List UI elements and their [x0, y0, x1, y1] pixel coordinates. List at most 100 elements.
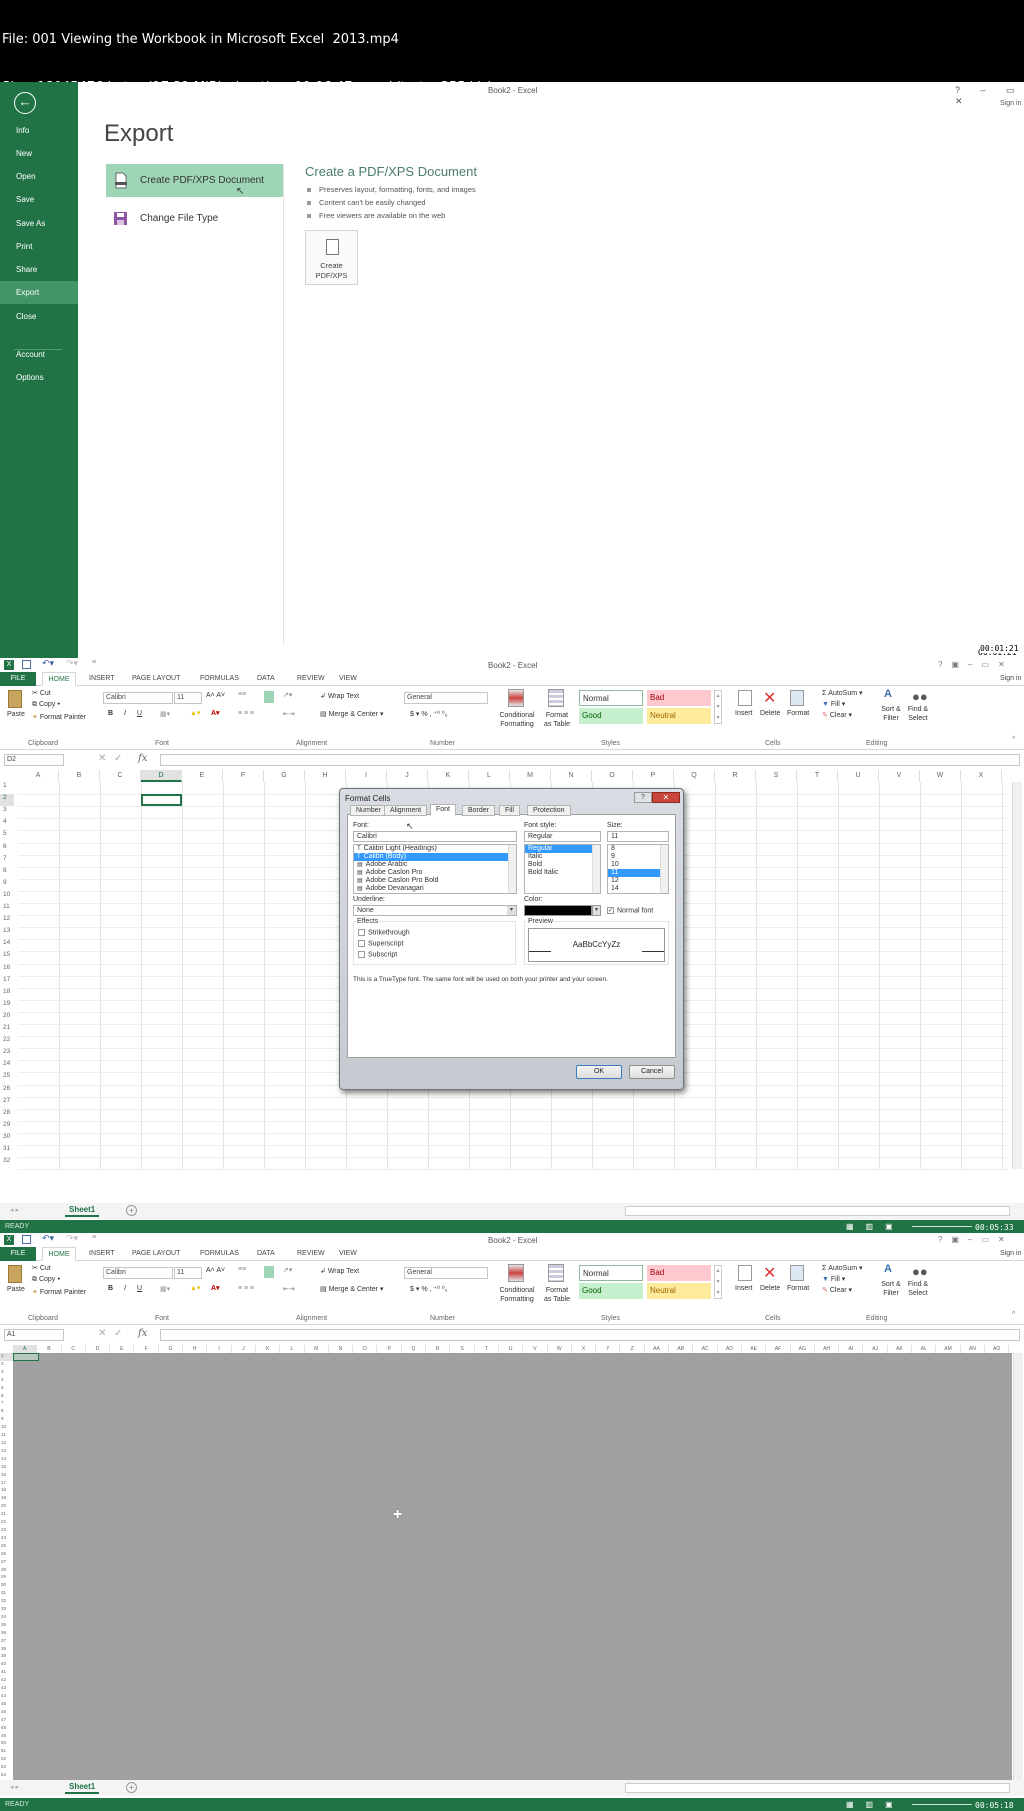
column-header[interactable]: H: [183, 1345, 208, 1353]
tab-insert[interactable]: INSERT: [89, 1247, 115, 1261]
row-header[interactable]: 10: [0, 1424, 13, 1432]
column-header[interactable]: AA: [645, 1345, 670, 1353]
style-bad[interactable]: Bad: [647, 690, 711, 706]
spreadsheet-grid[interactable]: A B C D E F G H I J K L M N O P Q R S T U V W X Y Z AA AB AC AD AE AF AG…: [0, 1345, 1024, 1780]
row-header[interactable]: 26: [0, 1085, 14, 1097]
help-button[interactable]: ?: [634, 792, 652, 803]
tab-alignment[interactable]: Alignment: [384, 805, 428, 816]
row-header[interactable]: 36: [0, 1630, 13, 1638]
row-header[interactable]: 29: [0, 1121, 14, 1133]
orientation-icon[interactable]: ⇗▾: [283, 691, 292, 699]
insert-button[interactable]: Insert: [735, 710, 753, 717]
column-header[interactable]: T: [475, 1345, 499, 1353]
sort-filter-icon[interactable]: A: [884, 688, 892, 700]
conditional-formatting-icon[interactable]: [508, 1264, 524, 1282]
row-header[interactable]: 1: [0, 1353, 13, 1361]
column-header[interactable]: W: [920, 770, 961, 782]
color-dropdown-icon[interactable]: ▾: [592, 905, 601, 916]
redo-icon[interactable]: ↷▾: [66, 658, 78, 669]
number-format-buttons[interactable]: $ ▾ % , ⁺⁰ ⁰₀: [410, 1285, 448, 1293]
row-header[interactable]: 32: [0, 1157, 14, 1169]
column-header[interactable]: N: [329, 1345, 354, 1353]
size-list[interactable]: 8 9 10 11 12 14: [607, 844, 669, 894]
row-header[interactable]: 35: [0, 1622, 13, 1630]
gray-grid-area[interactable]: [13, 1353, 1012, 1780]
row-header[interactable]: 25: [0, 1543, 13, 1551]
style-bad[interactable]: Bad: [647, 1265, 711, 1281]
row-header[interactable]: 17: [0, 1480, 13, 1488]
add-sheet-icon[interactable]: +: [126, 1205, 137, 1216]
fill-button[interactable]: ▼ Fill ▾: [822, 700, 845, 708]
row-header[interactable]: 20: [0, 1503, 13, 1511]
row-header[interactable]: 19: [0, 1495, 13, 1503]
row-header[interactable]: 22: [0, 1036, 14, 1048]
selected-cell-a1[interactable]: [13, 1353, 39, 1361]
column-header[interactable]: B: [59, 770, 100, 782]
zoom-slider[interactable]: [912, 1226, 972, 1227]
checkbox[interactable]: [358, 929, 365, 936]
binoculars-icon[interactable]: ●●: [912, 689, 928, 704]
row-header[interactable]: 1: [0, 782, 14, 794]
font-style-item[interactable]: Regular: [525, 845, 600, 853]
font-size-select[interactable]: 11: [174, 692, 202, 704]
column-header[interactable]: F: [135, 1345, 159, 1353]
name-box[interactable]: D2: [4, 754, 64, 766]
paste-icon[interactable]: [8, 1265, 22, 1283]
sign-in-link[interactable]: Sign in: [1000, 672, 1021, 686]
delete-button[interactable]: Delete: [760, 710, 780, 717]
color-picker[interactable]: [524, 905, 592, 916]
copy-button[interactable]: ⧉ Copy ▾: [32, 701, 60, 709]
italic-button[interactable]: I: [124, 1285, 126, 1292]
font-color-icon[interactable]: A▾: [211, 1284, 220, 1292]
size-item[interactable]: 12: [608, 877, 668, 885]
size-item[interactable]: 11: [608, 869, 668, 877]
clear-button[interactable]: ✎ Clear ▾: [822, 711, 852, 719]
font-list-item[interactable]: ▤ Adobe Devanagari: [354, 885, 516, 893]
fill-color-icon[interactable]: ▲▾: [190, 1284, 200, 1292]
row-header[interactable]: 12: [0, 1440, 13, 1448]
backstage-nav-options[interactable]: Options: [0, 366, 78, 389]
format-cells-icon[interactable]: [790, 1265, 804, 1281]
row-header[interactable]: 49: [0, 1733, 13, 1741]
underline-select[interactable]: None: [353, 905, 517, 916]
column-header[interactable]: J: [232, 1345, 256, 1353]
column-header[interactable]: AO: [985, 1345, 1010, 1353]
row-header[interactable]: 17: [0, 976, 14, 988]
column-header[interactable]: R: [715, 770, 756, 782]
borders-icon[interactable]: ▦▾: [160, 710, 170, 718]
tab-border[interactable]: Border: [462, 805, 496, 816]
row-header[interactable]: 31: [0, 1145, 14, 1157]
tab-protection[interactable]: Protection: [527, 805, 571, 816]
column-header[interactable]: N: [551, 770, 592, 782]
column-header[interactable]: I: [207, 1345, 232, 1353]
tab-formulas[interactable]: FORMULAS: [200, 672, 239, 686]
row-header[interactable]: 37: [0, 1638, 13, 1646]
row-header[interactable]: 30: [0, 1582, 13, 1590]
row-header[interactable]: 45: [0, 1701, 13, 1709]
insert-cells-icon[interactable]: [738, 1265, 752, 1281]
column-header[interactable]: AD: [718, 1345, 742, 1353]
tab-font[interactable]: Font: [430, 804, 457, 816]
align-left-center-right-icons[interactable]: ≡ ≡ ≡: [238, 1285, 254, 1292]
column-header[interactable]: T: [797, 770, 838, 782]
effect-strikethrough[interactable]: Strikethrough: [358, 929, 410, 936]
close-button[interactable]: ✕: [652, 792, 680, 803]
sheet-tab-sheet1[interactable]: Sheet1: [65, 1204, 100, 1217]
indent-icons[interactable]: ⇤⇥: [283, 710, 295, 718]
font-name-select[interactable]: Calibri: [103, 1267, 173, 1279]
row-header[interactable]: 54: [0, 1772, 13, 1780]
autosum-button[interactable]: Σ AutoSum ▾: [822, 689, 863, 697]
column-header[interactable]: V: [879, 770, 920, 782]
row-header[interactable]: 47: [0, 1717, 13, 1725]
effect-subscript[interactable]: Subscript: [358, 951, 397, 958]
column-header[interactable]: S: [756, 770, 797, 782]
row-header[interactable]: 50: [0, 1740, 13, 1748]
row-header[interactable]: 51: [0, 1748, 13, 1756]
customize-qat-icon[interactable]: ≡: [92, 1234, 96, 1241]
cut-button[interactable]: ✂ Cut: [32, 1264, 51, 1272]
column-header[interactable]: O: [592, 770, 633, 782]
column-header[interactable]: AK: [888, 1345, 913, 1353]
column-header[interactable]: U: [499, 1345, 524, 1353]
collapse-ribbon-icon[interactable]: ^: [1012, 736, 1015, 743]
styles-gallery-scroll[interactable]: ▴ ▾ ▾: [714, 690, 722, 724]
